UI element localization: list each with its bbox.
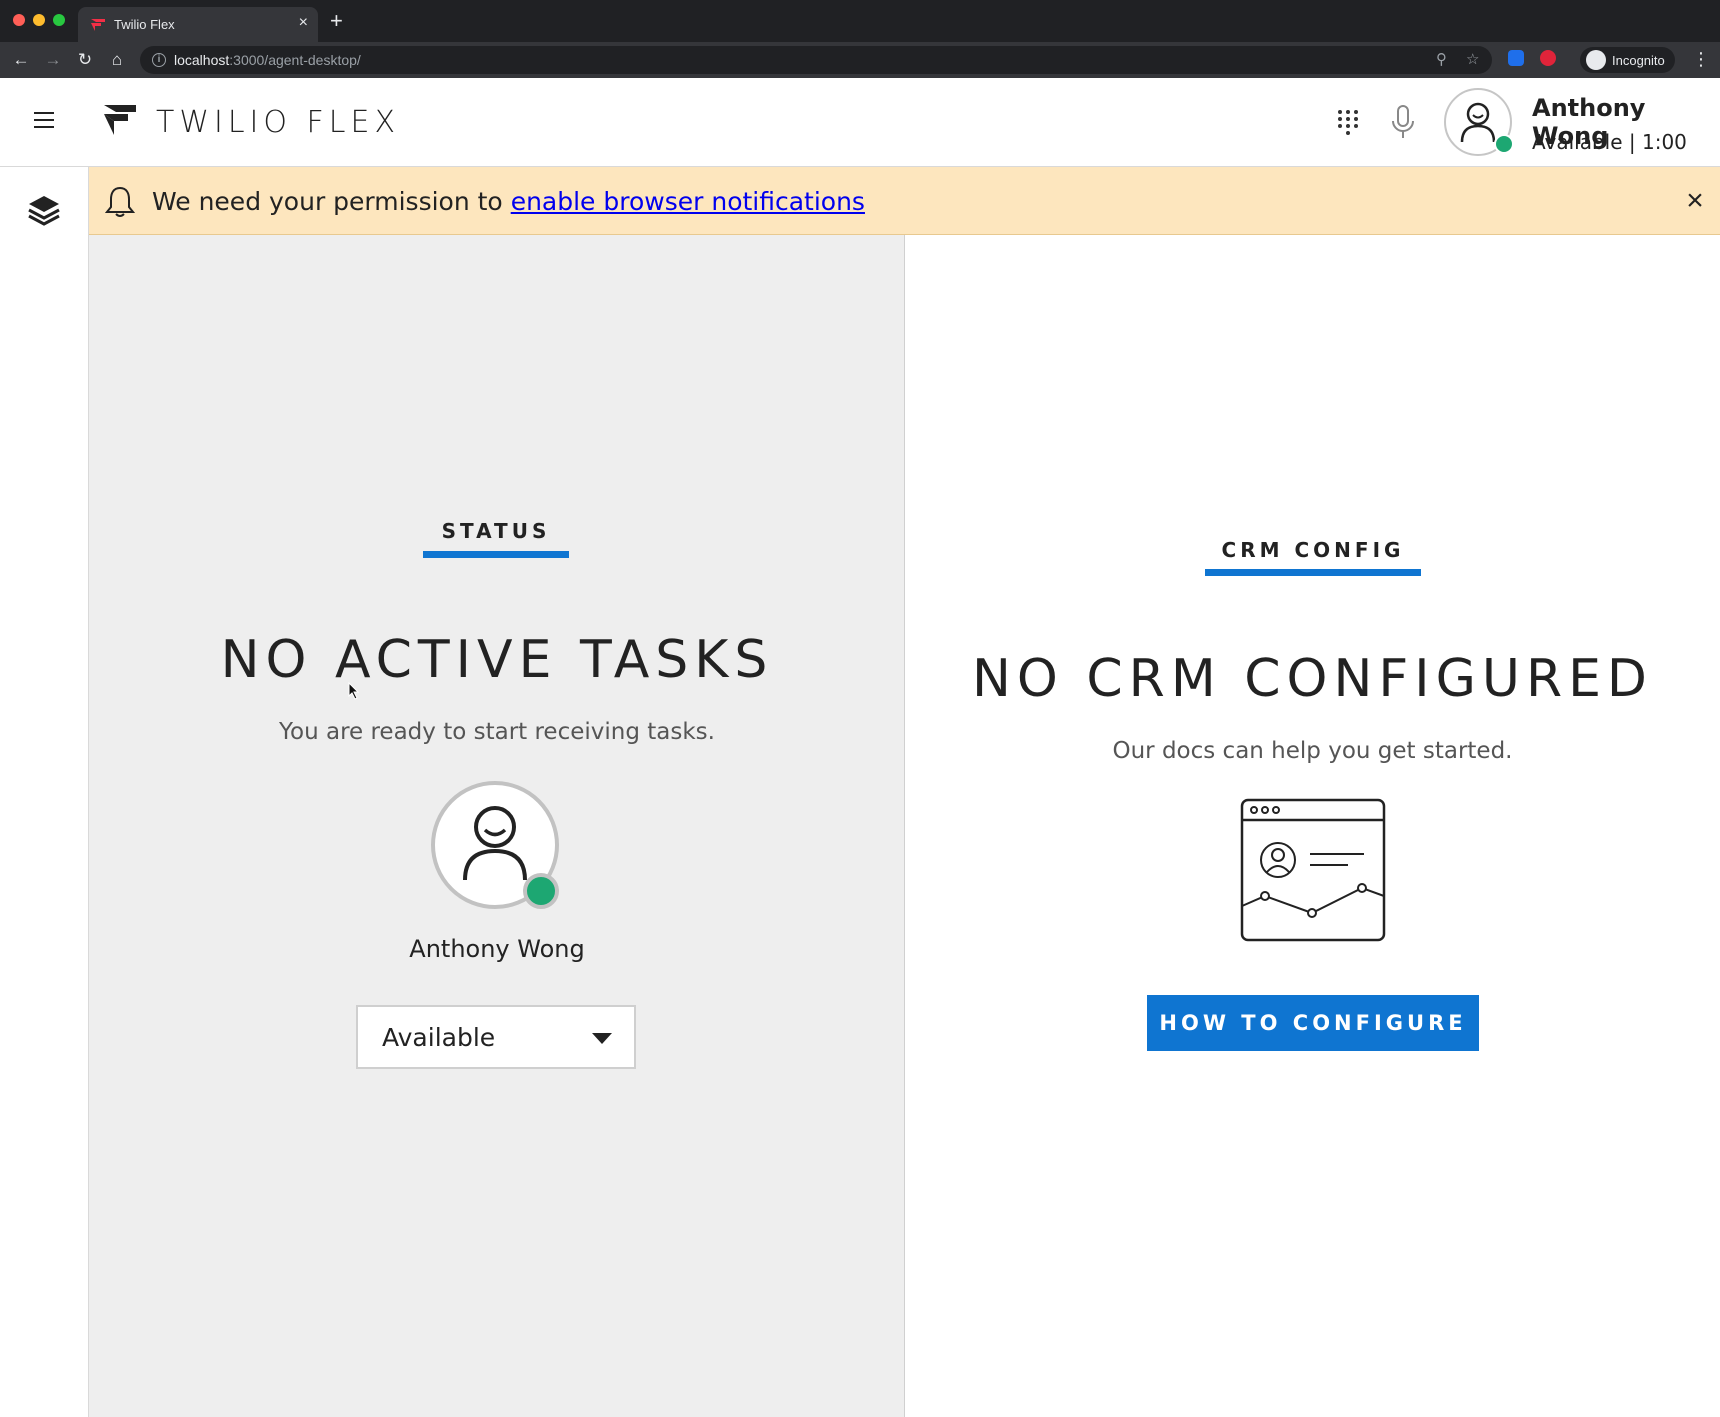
zoom-icon[interactable]: ⚲	[1436, 50, 1447, 68]
user-avatar[interactable]	[1444, 88, 1514, 156]
tab-title: Twilio Flex	[114, 17, 175, 32]
brand-name: TWILIO FLEX	[156, 105, 401, 140]
crm-panel: CRM CONFIG NO CRM CONFIGURED Our docs ca…	[905, 235, 1720, 1417]
agent-name: Anthony Wong	[409, 935, 585, 963]
activity-selected-value: Available	[382, 1023, 496, 1052]
tab-status-underline	[423, 551, 569, 558]
browser-tab[interactable]: Twilio Flex ×	[78, 7, 318, 42]
notification-banner: We need your permission to enable browse…	[89, 167, 1720, 235]
no-crm-configured-title: NO CRM CONFIGURED	[972, 649, 1653, 709]
bell-icon	[105, 186, 135, 217]
back-arrow-icon[interactable]: ←	[10, 49, 32, 71]
agent-availability-dot	[523, 873, 559, 909]
extension-flex-icon[interactable]	[1508, 50, 1524, 66]
chevron-down-icon	[592, 1033, 612, 1044]
tab-crm-config-underline	[1205, 569, 1421, 576]
browser-tab-bar: Twilio Flex × +	[0, 0, 1720, 42]
side-nav	[0, 167, 89, 1417]
microphone-icon[interactable]	[1390, 104, 1416, 140]
app-header: TWILIO FLEX Anthony Wong Available | 1:0…	[0, 78, 1720, 167]
close-banner-icon[interactable]: ×	[1677, 183, 1713, 219]
dialpad-icon[interactable]	[1336, 108, 1360, 136]
activity-dropdown[interactable]: Available	[356, 1005, 636, 1069]
extension-red-icon[interactable]	[1540, 50, 1556, 66]
ready-message: You are ready to start receiving tasks.	[279, 719, 715, 745]
window-close-button[interactable]	[13, 14, 25, 26]
home-icon[interactable]: ⌂	[106, 49, 128, 71]
status-panel: STATUS NO ACTIVE TASKS You are ready to …	[89, 235, 905, 1417]
incognito-indicator[interactable]: Incognito	[1580, 47, 1675, 73]
mouse-cursor-icon	[348, 682, 360, 700]
docs-help-message: Our docs can help you get started.	[1112, 738, 1513, 764]
twilio-flex-favicon-icon	[91, 19, 105, 31]
twilio-flex-logo-icon	[104, 105, 136, 135]
forward-arrow-icon[interactable]: →	[42, 49, 64, 71]
browser-menu-icon[interactable]: ⋮	[1692, 48, 1710, 70]
site-info-icon[interactable]: i	[152, 53, 166, 67]
enable-notifications-link[interactable]: enable browser notifications	[511, 187, 865, 216]
no-active-tasks-title: NO ACTIVE TASKS	[220, 630, 774, 690]
tab-close-icon[interactable]: ×	[299, 14, 308, 32]
how-to-configure-button[interactable]: HOW TO CONFIGURE	[1147, 995, 1479, 1051]
address-bar[interactable]: i localhost:3000/agent-desktop/ ⚲ ☆	[140, 46, 1492, 74]
incognito-label: Incognito	[1612, 52, 1665, 68]
header-user-status: Available | 1:00	[1532, 130, 1687, 154]
reload-icon[interactable]: ↻	[74, 49, 96, 71]
layers-icon[interactable]	[26, 193, 62, 229]
window-maximize-button[interactable]	[53, 14, 65, 26]
tab-crm-config[interactable]: CRM CONFIG	[1205, 538, 1421, 562]
url-text[interactable]: localhost:3000/agent-desktop/	[174, 52, 361, 68]
agent-avatar	[431, 781, 559, 909]
crm-window-illustration-icon	[1240, 798, 1386, 942]
new-tab-button[interactable]: +	[330, 10, 343, 32]
bookmark-star-icon[interactable]: ☆	[1466, 50, 1479, 68]
window-minimize-button[interactable]	[33, 14, 45, 26]
hamburger-menu-icon[interactable]	[34, 112, 54, 128]
availability-dot	[1494, 134, 1514, 154]
browser-toolbar: ← → ↻ ⌂ i localhost:3000/agent-desktop/ …	[0, 42, 1720, 78]
tab-status[interactable]: STATUS	[423, 519, 569, 543]
banner-message: We need your permission to enable browse…	[152, 187, 865, 216]
incognito-icon	[1586, 50, 1606, 70]
